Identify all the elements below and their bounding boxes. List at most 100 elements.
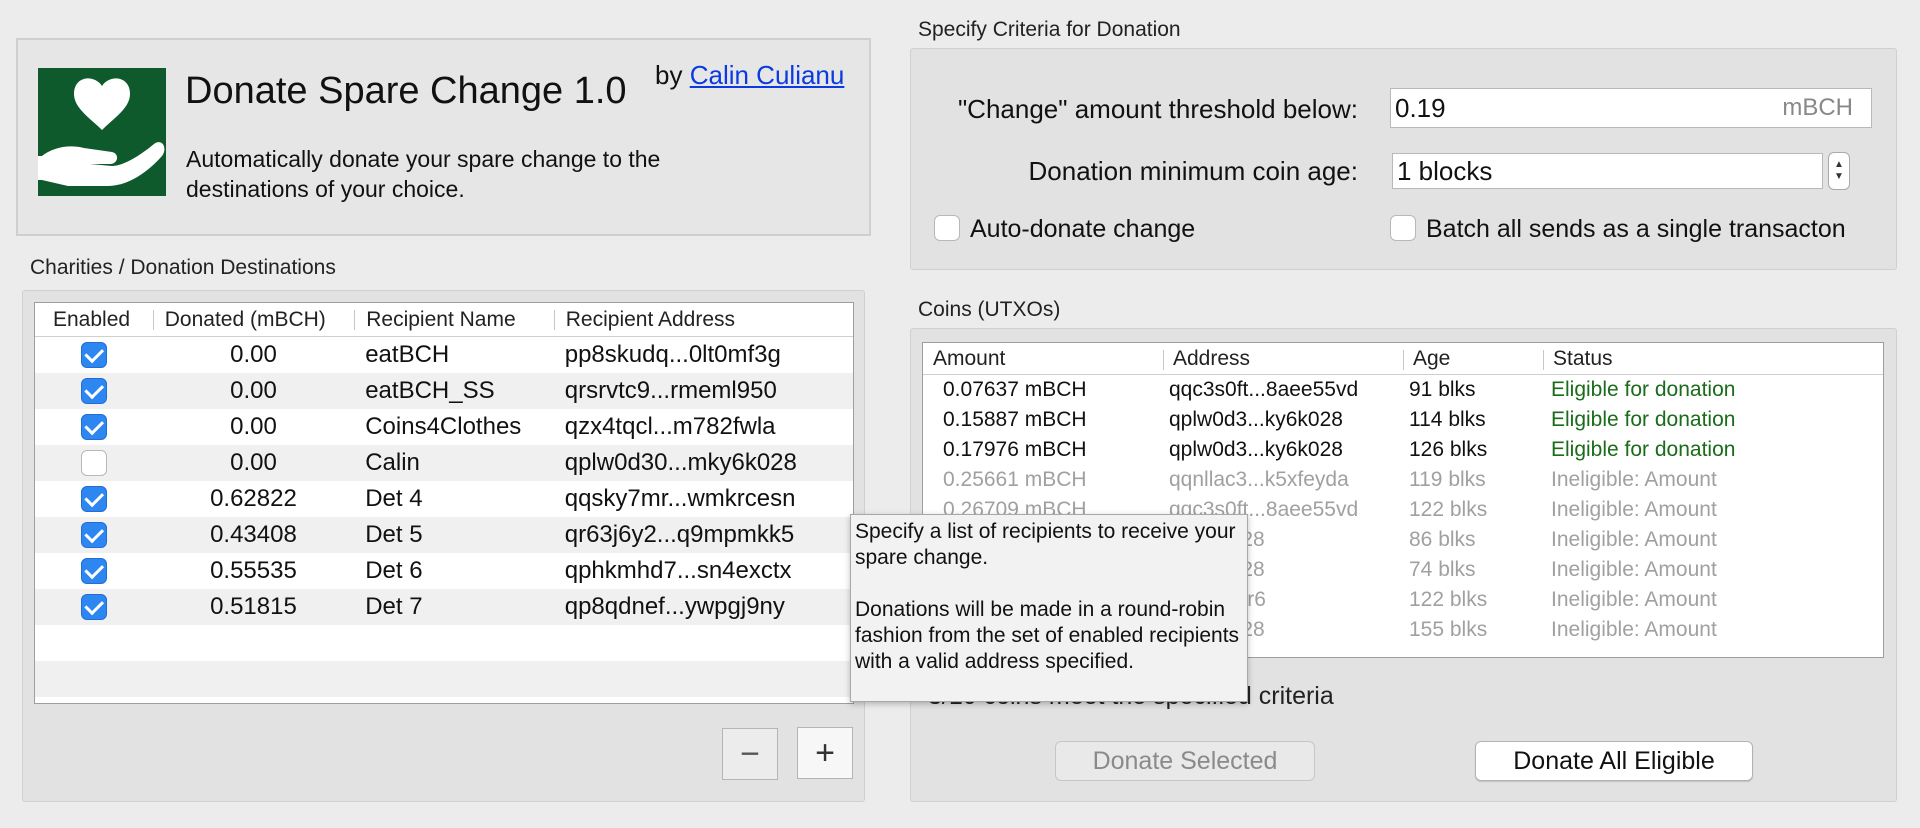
auto-donate-checkbox[interactable] (934, 215, 960, 241)
enabled-cell (35, 450, 153, 476)
coin-address: qqnllac3...k5xfeyda (1169, 468, 1349, 491)
charities-table[interactable]: Enabled Donated (mBCH) Recipient Name Re… (34, 302, 854, 704)
threshold-input[interactable]: 0.19 mBCH (1390, 88, 1872, 128)
coin-age-label: Donation minimum coin age: (1028, 156, 1359, 186)
byline: by Calin Culianu (655, 60, 844, 91)
col-address[interactable]: Address (1163, 343, 1403, 374)
recipient-address-cell[interactable]: pp8skudq...0lt0mf3g (554, 341, 853, 369)
coin-status: Eligible for donation (1551, 408, 1736, 431)
col-status[interactable]: Status (1543, 343, 1883, 374)
coin-row[interactable]: 0.17976 mBCH qplw0d3...ky6k028 126 blks Eli… (923, 435, 1883, 465)
table-row[interactable]: 0.00 Coins4Clothes qzx4tqcl...m782fwla (35, 409, 853, 445)
author-link[interactable]: Calin Culianu (690, 60, 845, 90)
recipient-address-cell[interactable]: qp8qdnef...ywpgj9ny (554, 593, 853, 621)
col-amount[interactable]: Amount (923, 343, 1163, 374)
coin-status: Ineligible: Amount (1551, 558, 1717, 581)
coin-age: 119 blks (1409, 468, 1486, 491)
recipient-name-cell[interactable]: eatBCH (354, 341, 554, 369)
enabled-cell (35, 594, 153, 620)
coin-amount: 0.07637 mBCH (943, 378, 1087, 401)
add-recipient-button[interactable]: + (797, 727, 853, 779)
stepper-down-icon[interactable]: ▼ (1834, 171, 1844, 183)
empty-row (35, 625, 853, 661)
enabled-checkbox[interactable] (80, 378, 107, 404)
recipient-name-cell[interactable]: Det 7 (354, 593, 554, 621)
donated-cell: 0.55535 (210, 557, 297, 584)
table-row[interactable]: 0.00 eatBCH_SS qrsrvtc9...rmeml950 (35, 373, 853, 409)
donate-selected-button[interactable]: Donate Selected (1055, 741, 1315, 781)
col-age[interactable]: Age (1403, 343, 1543, 374)
coin-age: 122 blks (1409, 498, 1488, 521)
recipient-address-cell[interactable]: qqsky7mr...wmkrcesn (554, 485, 853, 513)
enabled-checkbox[interactable] (80, 450, 107, 476)
charities-section-label: Charities / Donation Destinations (30, 256, 336, 279)
coin-age-stepper[interactable]: ▲ ▼ (1828, 152, 1850, 190)
byline-prefix: by (655, 60, 683, 90)
recipient-name-cell[interactable]: Det 6 (354, 557, 554, 585)
coin-age: 86 blks (1409, 528, 1476, 551)
coin-amount: 0.25661 mBCH (943, 468, 1087, 491)
table-row[interactable]: 0.00 eatBCH pp8skudq...0lt0mf3g (35, 337, 853, 373)
coin-amount: 0.15887 mBCH (943, 408, 1087, 431)
enabled-checkbox[interactable] (80, 486, 107, 512)
app-description: Automatically donate your spare change t… (186, 146, 661, 202)
batch-sends-label: Batch all sends as a single transacton (1426, 215, 1846, 243)
recipient-name-cell[interactable]: Coins4Clothes (354, 413, 554, 441)
table-row[interactable]: 0.51815 Det 7 qp8qdnef...ywpgj9ny (35, 589, 853, 625)
recipient-address-cell[interactable]: qphkmhd7...sn4exctx (554, 557, 853, 585)
col-recipient-address[interactable]: Recipient Address (553, 303, 853, 336)
recipient-address-cell[interactable]: qrsrvtc9...rmeml950 (554, 377, 853, 405)
batch-sends-checkbox[interactable] (1390, 215, 1416, 241)
coin-address: qplw0d3...ky6k028 (1169, 438, 1343, 461)
col-donated[interactable]: Donated (mBCH) (152, 303, 355, 336)
coin-row[interactable]: 0.15887 mBCH qplw0d3...ky6k028 114 blks Eli… (923, 405, 1883, 435)
donated-cell: 0.51815 (210, 593, 297, 620)
charities-table-header: Enabled Donated (mBCH) Recipient Name Re… (35, 303, 853, 337)
donated-cell: 0.00 (230, 449, 277, 476)
table-row[interactable]: 0.55535 Det 6 qphkmhd7...sn4exctx (35, 553, 853, 589)
col-enabled[interactable]: Enabled (35, 303, 153, 336)
recipient-address-cell[interactable]: qplw0d30...mky6k028 (554, 449, 853, 477)
col-recipient-name[interactable]: Recipient Name (354, 303, 554, 336)
stepper-up-icon[interactable]: ▲ (1834, 159, 1844, 171)
enabled-checkbox[interactable] (80, 414, 107, 440)
enabled-cell (35, 378, 153, 404)
donated-cell: 0.00 (230, 341, 277, 368)
coin-age: 126 blks (1409, 438, 1488, 461)
recipients-tooltip: Specify a list of recipients to receive … (850, 514, 1248, 702)
donated-cell: 0.00 (230, 413, 277, 440)
coin-age: 122 blks (1409, 588, 1488, 611)
coins-table-header: Amount Address Age Status (923, 343, 1883, 375)
donate-all-eligible-button[interactable]: Donate All Eligible (1475, 741, 1753, 781)
donated-cell: 0.43408 (210, 521, 297, 548)
coin-age: 114 blks (1409, 408, 1486, 431)
recipient-name-cell[interactable]: Calin (354, 449, 554, 477)
empty-row (35, 661, 853, 697)
coin-status: Eligible for donation (1551, 438, 1736, 461)
coin-status: Ineligible: Amount (1551, 618, 1717, 641)
threshold-unit: mBCH (1782, 94, 1853, 121)
coin-status: Eligible for donation (1551, 378, 1736, 401)
table-row[interactable]: 0.62822 Det 4 qqsky7mr...wmkrcesn (35, 481, 853, 517)
enabled-checkbox[interactable] (80, 558, 107, 584)
coin-address: qqc3s0ft...8aee55vd (1169, 378, 1359, 401)
threshold-value: 0.19 (1395, 92, 1446, 123)
recipient-name-cell[interactable]: eatBCH_SS (354, 377, 554, 405)
coin-row[interactable]: 0.25661 mBCH qqnllac3...k5xfeyda 119 blks I… (923, 465, 1883, 495)
recipient-address-cell[interactable]: qzx4tqcl...m782fwla (554, 413, 853, 441)
enabled-checkbox[interactable] (80, 522, 107, 548)
remove-recipient-button[interactable]: − (722, 728, 778, 780)
table-row[interactable]: 0.00 Calin qplw0d30...mky6k028 (35, 445, 853, 481)
recipient-address-cell[interactable]: qr63j6y2...q9mpmkk5 (554, 521, 853, 549)
charities-table-body: 0.00 eatBCH pp8skudq...0lt0mf3g 0.00 eatBCH_… (35, 337, 853, 625)
coin-amount: 0.17976 mBCH (943, 438, 1087, 461)
recipient-name-cell[interactable]: Det 5 (354, 521, 554, 549)
coin-age: 74 blks (1409, 558, 1476, 581)
enabled-checkbox[interactable] (80, 342, 107, 368)
coin-row[interactable]: 0.07637 mBCH qqc3s0ft...8aee55vd 91 blks El… (923, 375, 1883, 405)
enabled-cell (35, 558, 153, 584)
table-row[interactable]: 0.43408 Det 5 qr63j6y2...q9mpmkk5 (35, 517, 853, 553)
coin-age-input[interactable]: 1 blocks (1392, 153, 1823, 189)
enabled-checkbox[interactable] (80, 594, 107, 620)
recipient-name-cell[interactable]: Det 4 (354, 485, 554, 513)
